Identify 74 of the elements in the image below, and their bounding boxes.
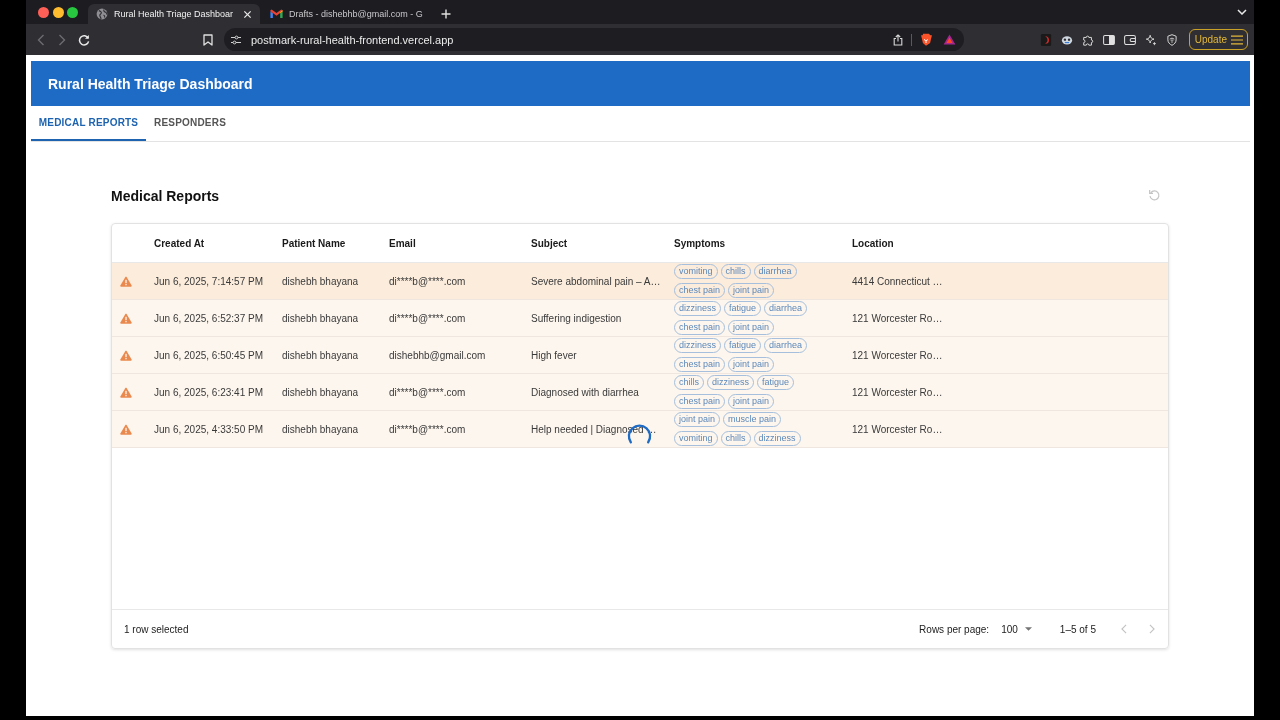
close-window-icon[interactable] [38,6,49,18]
table-cell: 121 Worcester Ro… [852,312,943,324]
wallet-icon[interactable] [1123,33,1136,46]
table-cell: Jun 6, 2025, 7:14:57 PM [154,275,263,287]
table-cell: dishebh bhayana [282,275,359,287]
zoom-window-icon[interactable] [67,6,78,18]
close-icon[interactable] [243,9,253,19]
table-cell: 4414 Connecticut … [852,275,943,287]
table-cell: Suffering indigestion [531,312,622,324]
warning-icon [120,386,132,398]
table-cell: dishebhb@gmail.com [389,349,486,361]
nav-tab[interactable]: RESPONDERS [146,106,234,141]
robot-face-icon[interactable] [1060,33,1073,46]
table-row[interactable]: Jun 6, 2025, 6:50:45 PM dishebh bhayana dishebhb@gmail.com High fever dizziness fatigue diarrhea chest pain joint pain 121 Worcester Ro… [112,337,1168,374]
chevron-down-icon[interactable] [1237,9,1247,15]
table-cell: Jun 6, 2025, 4:33:50 PM [154,423,263,435]
nav-tab[interactable]: MEDICAL REPORTS [31,106,146,141]
puzzle-icon[interactable] [1081,33,1094,46]
table-cell: dishebh bhayana [282,349,359,361]
address-bar[interactable]: postmark-rural-health-frontend.vercel.app [224,28,964,51]
section-title: Medical Reports [111,187,220,204]
table-cell: di****b@****.com [389,275,466,287]
update-button[interactable]: Update [1188,29,1248,50]
mail-icon [270,9,284,19]
table-cell: di****b@****.com [389,312,466,324]
crescent-icon[interactable] [1039,33,1052,46]
browser-tab[interactable]: Drafts - dishebhb@gmail.com - G [262,4,431,24]
page-range: 1–5 of 5 [1059,623,1096,635]
column-header[interactable]: Subject [531,237,568,249]
table-cell: High fever [531,349,577,361]
caret-icon [1024,627,1032,631]
app-title: Rural Health Triage Dashboard [48,75,253,92]
table-cell: Severe abdominal pain – A… [531,275,661,287]
table-cell: 121 Worcester Ro… [852,423,943,435]
column-header[interactable]: Created At [154,237,205,249]
bookmark-icon[interactable] [203,33,213,46]
triangle-icon[interactable] [943,34,956,45]
browser-tab[interactable]: Rural Health Triage Dashboar [88,4,261,24]
crest-icon[interactable] [920,32,932,47]
share-icon[interactable] [893,33,903,46]
selection-count: 1 row selected [124,623,189,635]
sidebar-icon[interactable] [1102,33,1115,46]
warning-icon [120,349,132,361]
globe-icon [96,8,108,20]
rows-per-page-label: Rows per page: [919,623,990,635]
column-header[interactable]: Symptoms [674,237,726,249]
table-cell: dishebh bhayana [282,386,359,398]
site-settings-icon[interactable] [230,34,242,45]
shield-icon[interactable] [1165,33,1178,46]
column-header[interactable]: Patient Name [282,237,346,249]
column-header[interactable]: Location [852,237,894,249]
warning-icon [120,275,132,287]
table-cell: Jun 6, 2025, 6:50:45 PM [154,349,263,361]
table-cell: di****b@****.com [389,423,466,435]
table-row[interactable]: Jun 6, 2025, 6:52:37 PM dishebh bhayana di****b@****.com Suffering indigestion dizziness fatigue diarrhea chest pain joint pain 121 Worcester Ro… [112,300,1168,337]
warning-icon [120,312,132,324]
column-header[interactable]: Email [389,237,416,249]
table-cell: 121 Worcester Ro… [852,386,943,398]
menu-icon [1231,34,1243,45]
table-cell: di****b@****.com [389,386,466,398]
table-cell: dishebh bhayana [282,423,359,435]
table-cell: Diagnosed with diarrhea [531,386,639,398]
minimize-window-icon[interactable] [52,6,64,18]
rows-per-page-select[interactable]: 100 [1001,623,1032,635]
table-row[interactable]: Jun 6, 2025, 7:14:57 PM dishebh bhayana di****b@****.com Severe abdominal pain – A… vomiting chills diarrhea chest pain joint pain 4414 Connecticut … [112,263,1168,300]
table-cell: Jun 6, 2025, 6:52:37 PM [154,312,263,324]
table-row[interactable]: Jun 6, 2025, 6:23:41 PM dishebh bhayana di****b@****.com Diagnosed with diarrhea chills dizziness fatigue chest pain joint pain 121 Worcester Ro… [112,374,1168,411]
sparkle-icon[interactable] [1144,33,1157,46]
warning-icon [120,423,132,435]
table-cell: 121 Worcester Ro… [852,349,943,361]
reload-icon[interactable] [78,33,90,46]
new-tab-icon[interactable] [440,9,451,19]
table-cell: dishebh bhayana [282,312,359,324]
table-cell: Jun 6, 2025, 6:23:41 PM [154,386,263,398]
